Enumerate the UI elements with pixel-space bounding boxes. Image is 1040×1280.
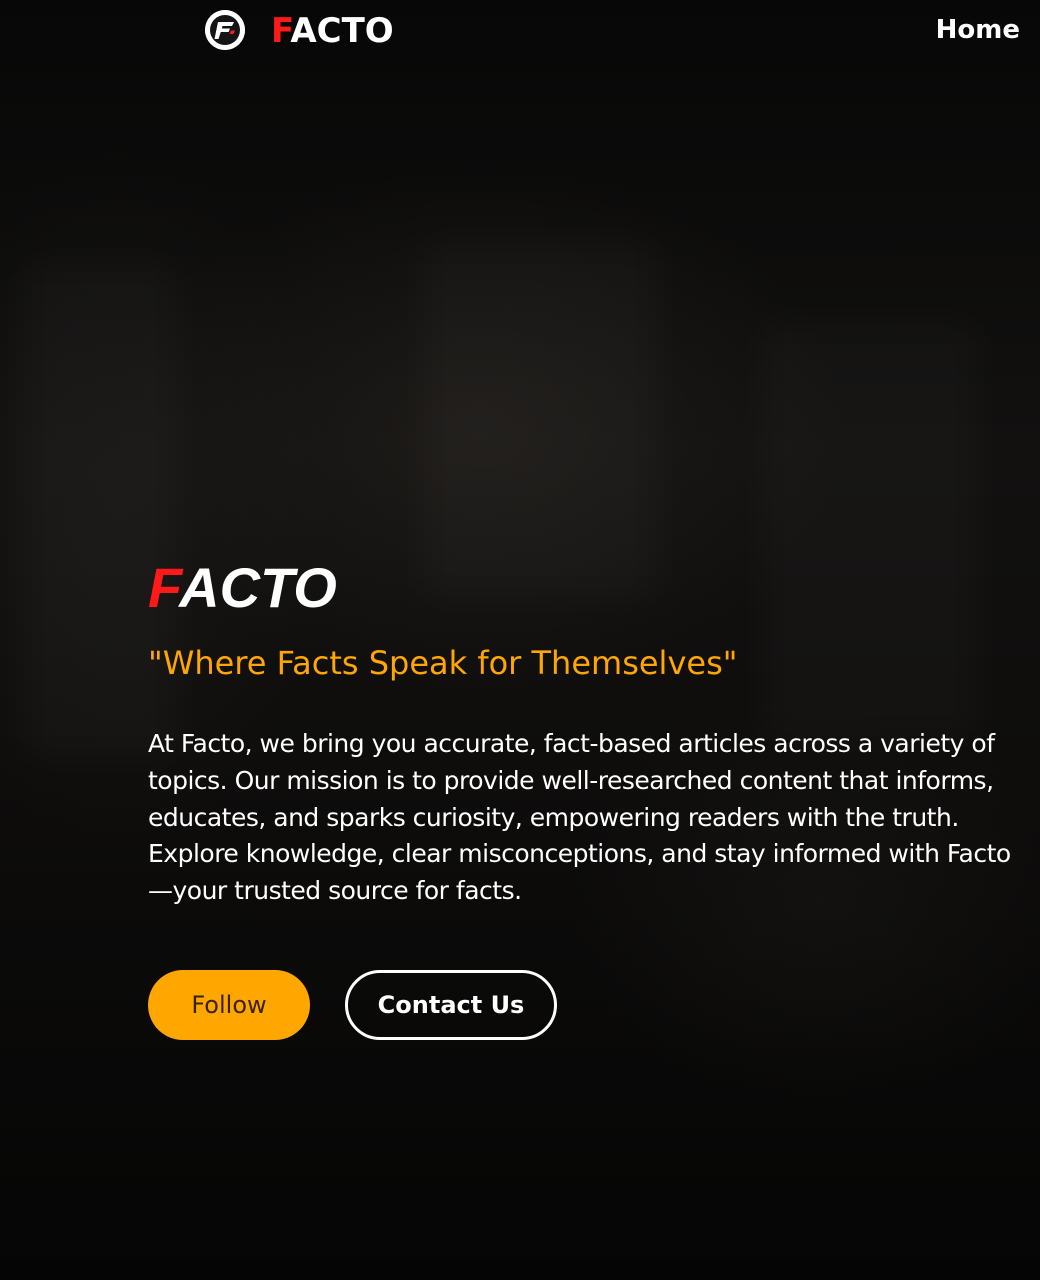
follow-button[interactable]: Follow: [148, 970, 310, 1040]
hero-tagline: "Where Facts Speak for Themselves": [148, 644, 738, 682]
brand-name[interactable]: FACTO: [271, 10, 394, 52]
contact-us-button[interactable]: Contact Us: [345, 970, 557, 1040]
brand-first-letter: F: [271, 11, 291, 51]
hero-title: FACTO: [148, 555, 337, 621]
brand-rest: ACTO: [290, 11, 394, 51]
hero-title-rest: ACTO: [179, 556, 337, 619]
description-line: educates, and sparks curiosity, empoweri…: [148, 802, 959, 832]
background-blur-shape: [760, 320, 980, 740]
facto-logo-icon[interactable]: [205, 10, 245, 50]
hero-description: At Facto, we bring you accurate, fact-ba…: [148, 726, 1040, 910]
hero-title-first-letter: F: [148, 556, 180, 619]
page: FACTO Home FACTO "Where Facts Speak for …: [0, 0, 1040, 1280]
background-blur-shape: [420, 240, 660, 600]
description-line: Explore knowledge, clear misconceptions,…: [148, 839, 1011, 869]
description-line: —your trusted source for facts.: [148, 876, 522, 906]
description-line: topics. Our mission is to provide well-r…: [148, 765, 994, 795]
nav-link-home[interactable]: Home: [936, 12, 1020, 48]
navbar: FACTO Home: [0, 0, 1040, 62]
description-line: At Facto, we bring you accurate, fact-ba…: [148, 729, 995, 758]
